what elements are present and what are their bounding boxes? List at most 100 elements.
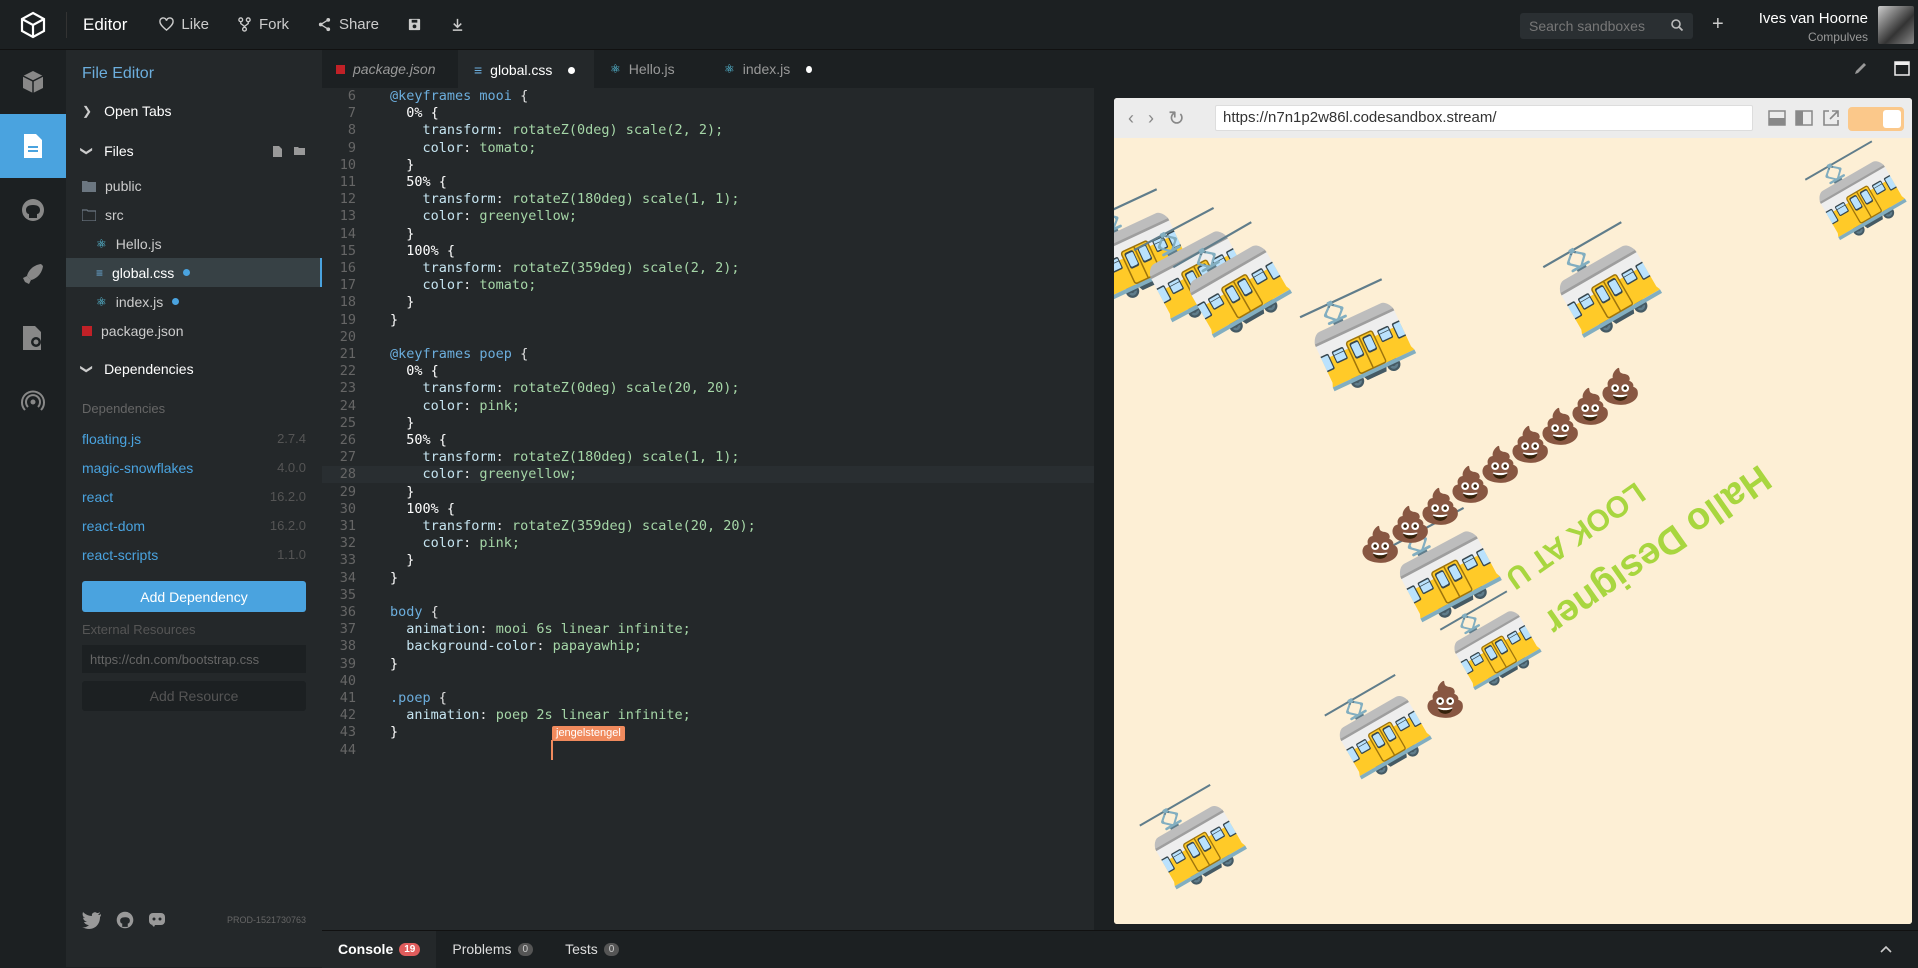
url-input[interactable]: https://n7n1p2w86l.codesandbox.stream/ bbox=[1215, 105, 1753, 131]
rail-github[interactable] bbox=[0, 178, 66, 242]
code-line[interactable]: 18 } bbox=[322, 294, 1094, 311]
external-resource-input[interactable]: https://cdn.com/bootstrap.css bbox=[82, 645, 306, 673]
code-line[interactable]: 36 body { bbox=[322, 604, 1094, 621]
file-item-index-js[interactable]: ⚛ index.js bbox=[66, 287, 322, 316]
code-line[interactable]: 10 } bbox=[322, 157, 1094, 174]
code-line[interactable]: 14 } bbox=[322, 226, 1094, 243]
codesandbox-logo[interactable] bbox=[0, 0, 66, 50]
dependency-item[interactable]: react 16.2.0 bbox=[66, 482, 322, 511]
fork-button[interactable]: Fork bbox=[223, 0, 303, 50]
tab-label: global.css bbox=[490, 62, 553, 78]
tab-tests[interactable]: Tests 0 bbox=[549, 931, 635, 968]
code-line[interactable]: 16 transform: rotateZ(359deg) scale(2, 2… bbox=[322, 260, 1094, 277]
add-resource-button[interactable]: Add Resource bbox=[82, 681, 306, 711]
code-line[interactable]: 42 animation: poep 2s linear infinite; bbox=[322, 707, 1094, 724]
dependencies-section[interactable]: ❯ Dependencies bbox=[66, 349, 322, 389]
code-line[interactable]: 22 0% { bbox=[322, 363, 1094, 380]
code-line[interactable]: 32 color: pink; bbox=[322, 535, 1094, 552]
new-sandbox-button[interactable]: + bbox=[1712, 13, 1724, 36]
code-line[interactable]: 40 bbox=[322, 673, 1094, 690]
code-line[interactable]: 38 background-color: papayawhip; bbox=[322, 638, 1094, 655]
code-line[interactable]: 17 color: tomato; bbox=[322, 277, 1094, 294]
code-line[interactable]: 30 100% { bbox=[322, 501, 1094, 518]
code-line[interactable]: 29 } bbox=[322, 484, 1094, 501]
file-item-public[interactable]: public bbox=[66, 171, 322, 200]
chevron-up-icon[interactable] bbox=[1880, 945, 1892, 953]
forward-icon[interactable]: › bbox=[1148, 108, 1154, 129]
code-line[interactable]: 33 } bbox=[322, 552, 1094, 569]
code-line[interactable]: 27 transform: rotateZ(180deg) scale(1, 1… bbox=[322, 449, 1094, 466]
dependency-item[interactable]: react-dom 16.2.0 bbox=[66, 511, 322, 540]
avatar[interactable] bbox=[1878, 6, 1914, 44]
code-line[interactable]: 12 transform: rotateZ(180deg) scale(1, 1… bbox=[322, 191, 1094, 208]
rail-deploy[interactable] bbox=[0, 242, 66, 306]
code-line[interactable]: 19} bbox=[322, 312, 1094, 329]
file-item-src[interactable]: src bbox=[66, 200, 322, 229]
edit-icon[interactable] bbox=[1853, 61, 1868, 76]
preview-toggle[interactable] bbox=[1848, 107, 1904, 131]
open-external-icon[interactable] bbox=[1822, 109, 1840, 127]
code-line[interactable]: 31 transform: rotateZ(359deg) scale(20, … bbox=[322, 518, 1094, 535]
code-line[interactable]: 35 bbox=[322, 587, 1094, 604]
code-line[interactable]: 43} bbox=[322, 724, 1094, 741]
code-line[interactable]: 39} bbox=[322, 656, 1094, 673]
code-line[interactable]: 23 transform: rotateZ(0deg) scale(20, 20… bbox=[322, 380, 1094, 397]
new-folder-icon[interactable] bbox=[293, 145, 306, 156]
dependency-name: floating.js bbox=[82, 430, 142, 447]
user-info[interactable]: Ives van Hoorne Compulves bbox=[1759, 10, 1868, 44]
tab-package-json[interactable]: package.json bbox=[322, 50, 458, 88]
open-tabs-section[interactable]: ❯ Open Tabs bbox=[66, 91, 322, 131]
code-line[interactable]: 24 color: pink; bbox=[322, 398, 1094, 415]
discord-icon[interactable] bbox=[148, 912, 166, 928]
code-line[interactable]: 6 @keyframes mooi { bbox=[322, 88, 1094, 105]
twitter-icon[interactable] bbox=[82, 911, 102, 929]
code-line[interactable]: 7 0% { bbox=[322, 105, 1094, 122]
code-line[interactable]: 34} bbox=[322, 570, 1094, 587]
file-item-package-json[interactable]: package.json bbox=[66, 316, 322, 345]
line-number: 11 bbox=[339, 174, 356, 190]
code-line[interactable]: 28 color: greenyellow; bbox=[322, 466, 1094, 484]
code-line[interactable]: 41 .poep { bbox=[322, 690, 1094, 707]
file-item-hello-js[interactable]: ⚛ Hello.js bbox=[66, 229, 322, 258]
dependency-item[interactable]: magic-snowflakes 4.0.0 bbox=[66, 453, 322, 482]
code-line[interactable]: 20 bbox=[322, 329, 1094, 346]
code-line[interactable]: 9 color: tomato; bbox=[322, 140, 1094, 157]
code-line[interactable]: 21 @keyframes poep { bbox=[322, 346, 1094, 363]
back-icon[interactable]: ‹ bbox=[1128, 108, 1134, 129]
preview-window-icon[interactable] bbox=[1894, 61, 1910, 76]
split-horizontal-icon[interactable] bbox=[1768, 110, 1786, 126]
rail-file-editor[interactable] bbox=[0, 114, 66, 178]
code-line[interactable]: 11 50% { bbox=[322, 174, 1094, 191]
refresh-icon[interactable]: ↻ bbox=[1168, 106, 1185, 131]
tab-index-js[interactable]: ⚛ index.js bbox=[708, 50, 828, 88]
code-editor[interactable]: 6 @keyframes mooi {7 0% {8 transform: rot… bbox=[322, 88, 1094, 930]
new-file-icon[interactable] bbox=[272, 145, 283, 158]
rail-live[interactable] bbox=[0, 370, 66, 434]
files-section[interactable]: ❯ Files bbox=[66, 131, 322, 171]
split-vertical-icon[interactable] bbox=[1795, 110, 1813, 126]
code-line[interactable]: 13 color: greenyellow; bbox=[322, 208, 1094, 225]
save-button[interactable] bbox=[393, 0, 436, 50]
like-button[interactable]: Like bbox=[145, 0, 223, 50]
github-icon[interactable] bbox=[116, 911, 134, 929]
tab-global-css[interactable]: ≡ global.css bbox=[458, 50, 594, 88]
share-button[interactable]: Share bbox=[303, 0, 393, 50]
dependency-item[interactable]: react-scripts 1.1.0 bbox=[66, 540, 322, 569]
search-input[interactable]: Search sandboxes bbox=[1520, 13, 1693, 39]
tab-hello-js[interactable]: ⚛ Hello.js bbox=[594, 50, 708, 88]
code-line[interactable]: 8 transform: rotateZ(0deg) scale(2, 2); bbox=[322, 122, 1094, 139]
tab-problems[interactable]: Problems 0 bbox=[436, 931, 549, 968]
code-line[interactable]: 44 bbox=[322, 742, 1094, 759]
dependency-version: 16.2.0 bbox=[269, 518, 306, 533]
code-line[interactable]: 26 50% { bbox=[322, 432, 1094, 449]
code-line[interactable]: 37 animation: mooi 6s linear infinite; bbox=[322, 621, 1094, 638]
tab-console[interactable]: Console 19 bbox=[322, 930, 437, 968]
download-button[interactable] bbox=[436, 0, 479, 50]
rail-info[interactable] bbox=[0, 50, 66, 114]
add-dependency-button[interactable]: Add Dependency bbox=[82, 581, 306, 612]
rail-config[interactable] bbox=[0, 306, 66, 370]
code-line[interactable]: 25 } bbox=[322, 415, 1094, 432]
file-item-global-css[interactable]: ≡ global.css bbox=[66, 258, 322, 287]
dependency-item[interactable]: floating.js 2.7.4 bbox=[66, 424, 322, 453]
code-line[interactable]: 15 100% { bbox=[322, 243, 1094, 260]
